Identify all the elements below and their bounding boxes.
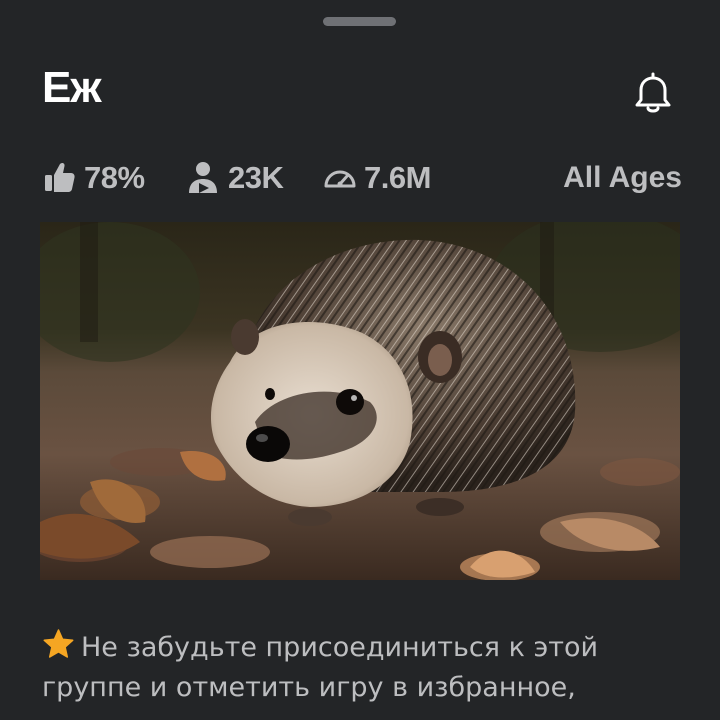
players-value: 23K <box>228 160 284 195</box>
speedometer-icon <box>324 170 356 188</box>
rating-stat: 78% <box>42 154 145 202</box>
visits-value: 7.6M <box>364 160 431 195</box>
description-line-2: группе и отметить игру в избранное, <box>42 672 576 703</box>
game-title: Еж <box>42 63 102 112</box>
description-line-1: Не забудьте присоединиться к этой <box>42 628 682 668</box>
players-stat: 23K <box>186 154 284 202</box>
visits-stat: 7.6M <box>322 154 431 202</box>
hedgehog-image <box>40 222 680 580</box>
player-icon <box>189 162 217 193</box>
star-icon <box>43 629 74 658</box>
age-rating: All Ages <box>563 161 682 194</box>
bell-icon <box>635 72 671 113</box>
game-thumbnail[interactable] <box>40 222 680 580</box>
notification-button[interactable] <box>625 64 681 120</box>
game-description: Не забудьте присоединиться к этой группе… <box>42 628 682 708</box>
description-text-1: Не забудьте присоединиться к этой <box>81 632 599 663</box>
rating-value: 78% <box>84 160 145 195</box>
thumbs-up-icon <box>45 162 75 192</box>
sheet-drag-handle[interactable] <box>323 17 396 26</box>
game-stats-row: 78% 23K 7.6M All Ages <box>42 154 682 202</box>
